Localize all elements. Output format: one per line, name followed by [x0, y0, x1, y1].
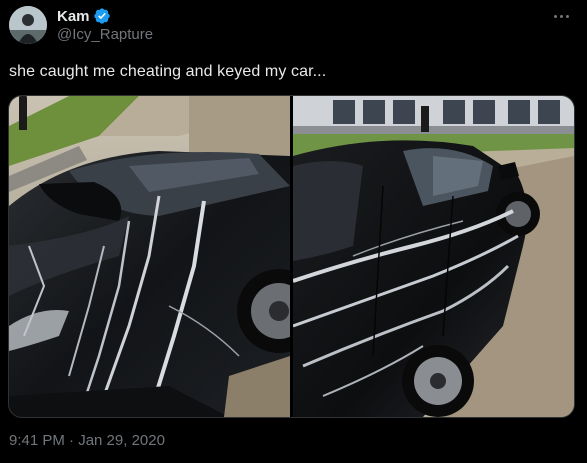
more-horizontal-icon[interactable] [549, 6, 573, 26]
tweet: Kam @Icy_Rapture she caught me cheating … [0, 0, 587, 463]
handle[interactable]: @Icy_Rapture [57, 26, 153, 43]
display-name[interactable]: Kam [57, 8, 90, 25]
verified-badge-icon [93, 7, 111, 25]
avatar-image [9, 6, 47, 44]
avatar[interactable] [9, 6, 47, 44]
tweet-text: she caught me cheating and keyed my car.… [9, 63, 327, 80]
media-grid [8, 95, 575, 418]
photo-car-keyed-front[interactable] [9, 96, 290, 417]
photo-car-keyed-side[interactable] [293, 96, 574, 417]
author-name-row[interactable]: Kam [57, 6, 111, 26]
timestamp[interactable]: 9:41 PM · Jan 29, 2020 [9, 432, 165, 449]
